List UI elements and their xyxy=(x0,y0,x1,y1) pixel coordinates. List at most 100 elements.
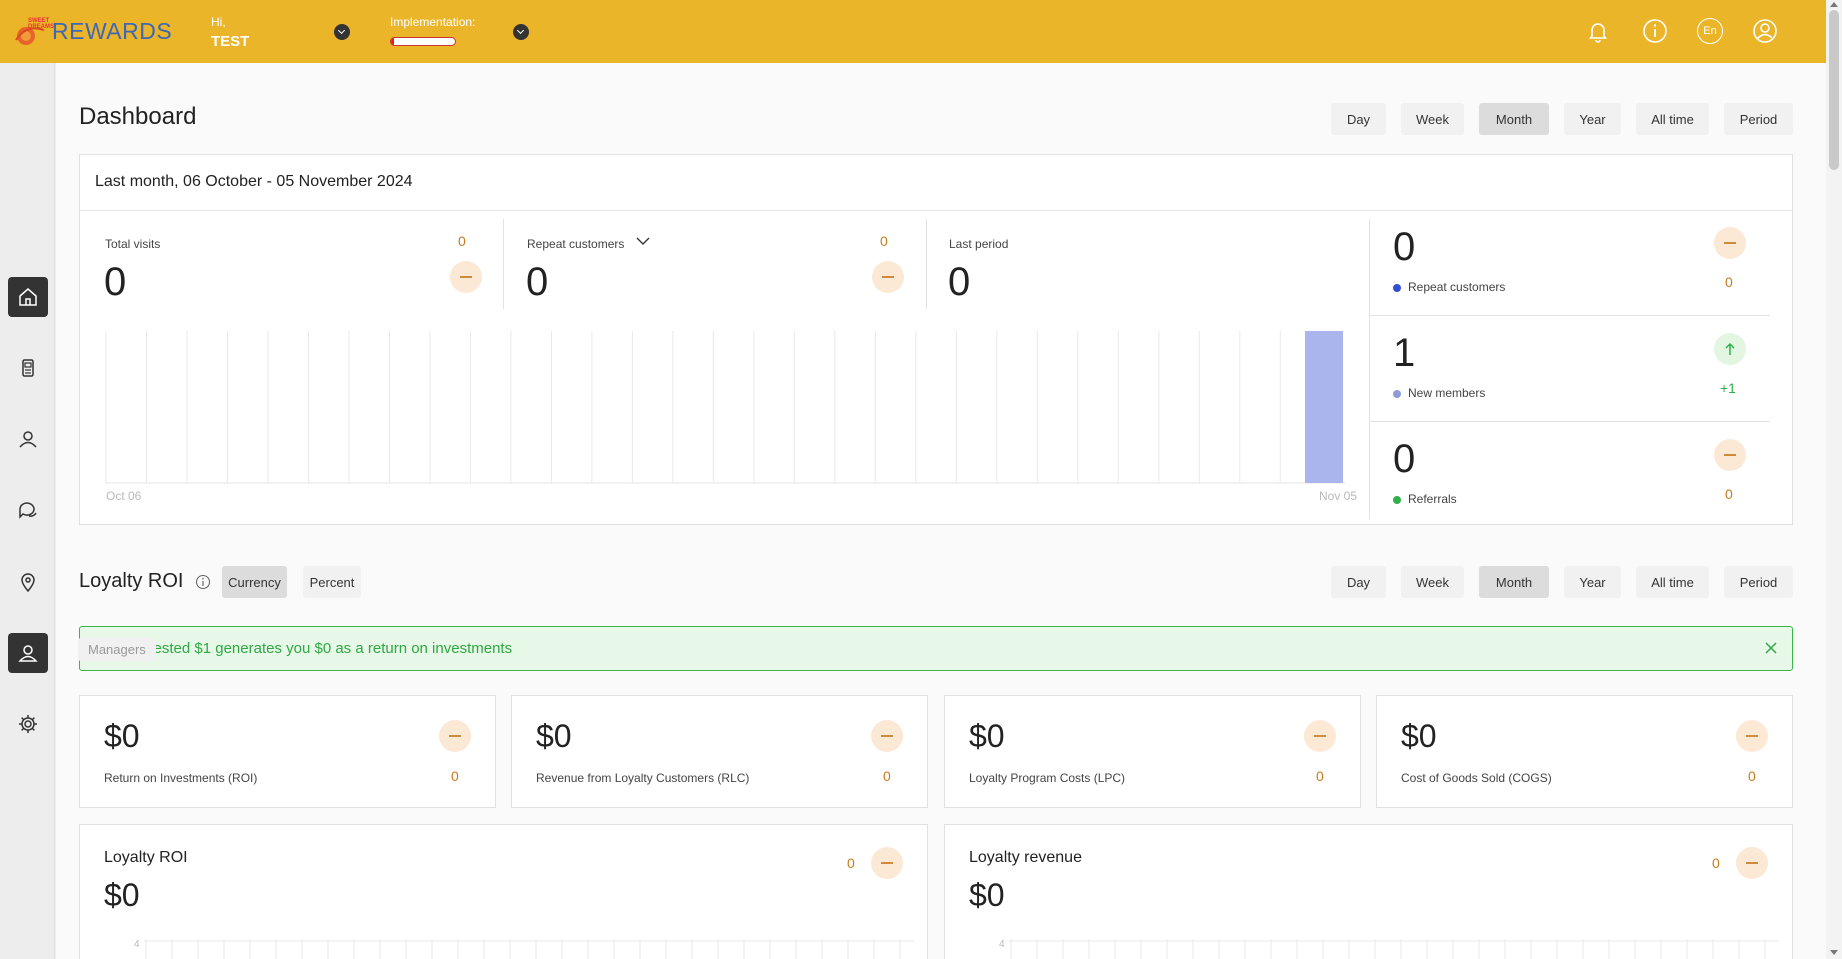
trend-icon xyxy=(1736,720,1768,752)
chat-icon xyxy=(19,502,37,519)
chart-card-delta: 0 xyxy=(1712,855,1720,871)
scroll-up-arrow-icon[interactable] xyxy=(1830,2,1838,7)
side-stat-label: Repeat customers xyxy=(1408,280,1506,294)
metric-repeat-customers-value: 0 xyxy=(526,260,549,304)
implementation-progress-bar xyxy=(390,37,456,46)
bell-icon[interactable] xyxy=(1585,18,1611,44)
terminal-icon xyxy=(22,359,34,377)
logo-small-text: SWEET DREAMS xyxy=(28,18,55,30)
dashboard-range-title: Last month, 06 October - 05 November 202… xyxy=(95,173,413,190)
roi-period-month-button[interactable]: Month xyxy=(1479,566,1549,598)
home-icon xyxy=(19,288,37,306)
metric-last-period-value: 0 xyxy=(948,260,971,304)
roi-card-label: Loyalty Program Costs (LPC) xyxy=(969,771,1126,785)
metric-divider xyxy=(926,219,927,309)
roi-card-value: $0 xyxy=(536,718,572,754)
page-title: Dashboard xyxy=(79,103,197,130)
roi-card-label: Revenue from Loyalty Customers (RLC) xyxy=(536,771,750,785)
close-icon[interactable] xyxy=(1762,639,1780,657)
sidebar-item-locations[interactable] xyxy=(8,562,48,602)
roi-period-all-time-button[interactable]: All time xyxy=(1636,566,1709,598)
language-switcher[interactable]: En xyxy=(1697,18,1723,44)
account-icon[interactable] xyxy=(1752,18,1778,44)
side-stat-divider xyxy=(1370,421,1770,422)
gear-icon xyxy=(19,715,37,733)
axis-top-label: 4 xyxy=(999,939,1005,950)
loyalty-roi-chart-card: Loyalty ROI 0 $0 4 xyxy=(79,824,928,959)
info-icon[interactable] xyxy=(1642,18,1668,44)
period-day-button[interactable]: Day xyxy=(1331,103,1386,135)
card-divider xyxy=(80,210,1792,211)
trend-icon xyxy=(871,847,903,879)
side-stat-trend-icon xyxy=(1714,227,1746,259)
page-scrollbar[interactable] xyxy=(1826,0,1842,959)
scrollbar-thumb[interactable] xyxy=(1829,10,1839,170)
side-stat-label: New members xyxy=(1408,386,1486,400)
series-dot xyxy=(1393,390,1401,398)
roi-card-value: $0 xyxy=(1401,718,1437,754)
side-stat-value: 0 xyxy=(1393,437,1416,481)
metric-total-visits-value: 0 xyxy=(104,260,127,304)
roi-period-week-button[interactable]: Week xyxy=(1401,566,1464,598)
axis-top-label: 4 xyxy=(134,939,140,950)
roi-period-day-button[interactable]: Day xyxy=(1331,566,1386,598)
sidebar-item-device[interactable] xyxy=(8,348,48,388)
chart-card-delta: 0 xyxy=(847,855,855,871)
sidebar-item-settings[interactable] xyxy=(8,704,48,744)
roi-card-delta: 0 xyxy=(1316,768,1324,784)
side-stat-delta: 0 xyxy=(1725,486,1733,502)
period-period-button[interactable]: Period xyxy=(1724,103,1793,135)
user-name: TEST xyxy=(211,33,250,50)
sidebar-item-customers[interactable] xyxy=(8,419,48,459)
roi-card-delta: 0 xyxy=(451,768,459,784)
side-stat-delta: +1 xyxy=(1720,380,1736,396)
roi-period-year-button[interactable]: Year xyxy=(1564,566,1621,598)
period-week-button[interactable]: Week xyxy=(1401,103,1464,135)
main-content: Dashboard Day Week Month Year All time Period… xyxy=(56,63,1826,959)
trend-icon xyxy=(1736,847,1768,879)
sidebar-item-managers[interactable] xyxy=(8,633,48,673)
sidebar-item-home[interactable] xyxy=(8,277,48,317)
arrow-up-icon xyxy=(1714,333,1746,365)
implementation-progress-fill xyxy=(391,38,395,45)
period-month-button[interactable]: Month xyxy=(1479,103,1549,135)
banner-text: Each invested $1 generates you $0 as a r… xyxy=(96,640,513,657)
implementation-label: Implementation: xyxy=(390,15,476,29)
info-icon[interactable] xyxy=(195,574,211,590)
chart-gridlines xyxy=(144,939,914,959)
metric-last-period-label: Last period xyxy=(949,237,1009,251)
series-dot xyxy=(1393,284,1401,292)
metric-repeat-customers-label: Repeat customers xyxy=(527,237,625,251)
side-stat-label: Referrals xyxy=(1408,492,1457,506)
greeting-label: Hi, xyxy=(211,15,226,29)
chart-x-start-label: Oct 06 xyxy=(106,489,142,503)
implementation-chevron-icon[interactable] xyxy=(513,24,529,40)
metric-total-visits-delta: 0 xyxy=(458,233,466,249)
roi-card-label: Cost of Goods Sold (COGS) xyxy=(1401,771,1552,785)
chart-card-value: $0 xyxy=(969,877,1005,913)
roi-card-value: $0 xyxy=(104,718,140,754)
roi-metric-card: $0 Cost of Goods Sold (COGS) 0 xyxy=(1376,695,1793,808)
period-year-button[interactable]: Year xyxy=(1564,103,1621,135)
chart-card-title: Loyalty ROI xyxy=(104,849,188,866)
logo-text: REWARDS xyxy=(52,18,173,44)
scroll-down-arrow-icon[interactable] xyxy=(1830,950,1838,955)
roi-card-value: $0 xyxy=(969,718,1005,754)
sidebar-item-messages[interactable] xyxy=(8,490,48,530)
manager-icon xyxy=(18,645,38,662)
trend-icon xyxy=(1304,720,1336,752)
roi-card-delta: 0 xyxy=(883,768,891,784)
metric-divider xyxy=(503,219,504,309)
loyalty-roi-title: Loyalty ROI xyxy=(79,570,184,592)
roi-period-period-button[interactable]: Period xyxy=(1724,566,1793,598)
visits-bar-chart xyxy=(105,331,1345,484)
roi-mode-currency-button[interactable]: Currency xyxy=(222,566,287,598)
user-menu-chevron-icon[interactable] xyxy=(334,24,350,40)
period-all-time-button[interactable]: All time xyxy=(1636,103,1709,135)
roi-mode-percent-button[interactable]: Percent xyxy=(303,566,361,598)
repeat-customers-dropdown-chevron-icon[interactable] xyxy=(635,235,651,247)
trend-icon xyxy=(439,720,471,752)
roi-card-label: Return on Investments (ROI) xyxy=(104,771,258,785)
trend-icon xyxy=(871,720,903,752)
app-logo[interactable]: SWEET DREAMS REWARDS xyxy=(14,16,174,50)
